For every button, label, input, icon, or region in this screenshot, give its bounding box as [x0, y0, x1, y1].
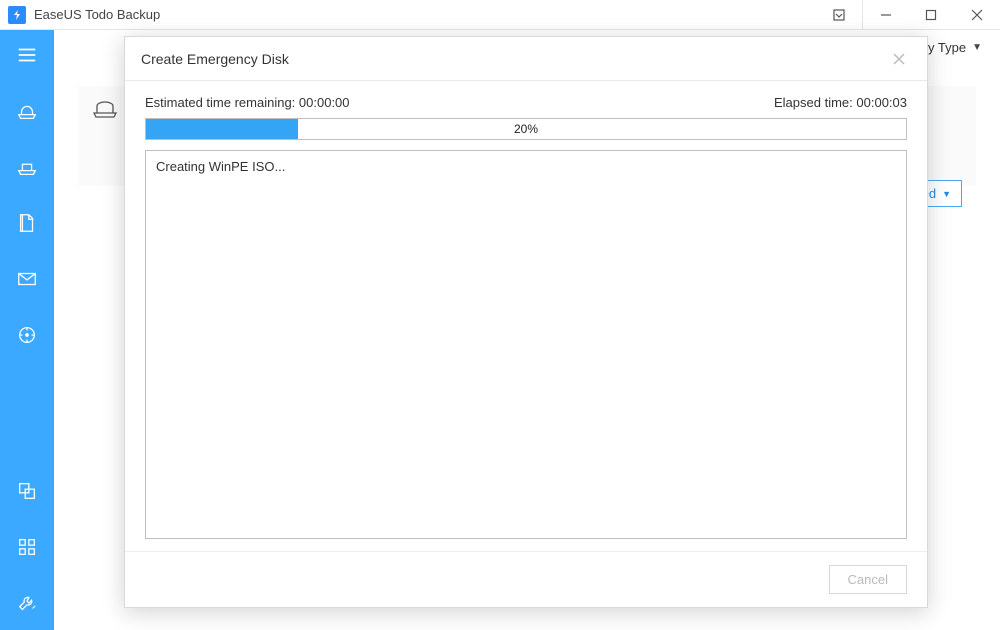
window-minimize-button[interactable] [862, 0, 908, 30]
settings-wrench-icon[interactable] [14, 590, 40, 616]
hamburger-menu-icon[interactable] [14, 42, 40, 68]
sidebar [0, 30, 54, 630]
main-area: Sort by Type ▼ Advanced ▼ Create Emergen… [54, 30, 1000, 630]
dialog-footer: Cancel [125, 551, 927, 607]
system-backup-icon[interactable] [14, 154, 40, 180]
elapsed-time-value: 00:00:03 [856, 95, 907, 110]
log-line: Creating WinPE ISO... [156, 159, 896, 174]
time-row: Estimated time remaining: 00:00:00 Elaps… [145, 95, 907, 110]
dialog-header: Create Emergency Disk [125, 37, 927, 81]
clone-icon[interactable] [14, 478, 40, 504]
file-backup-icon[interactable] [14, 210, 40, 236]
estimated-time-label: Estimated time remaining: [145, 95, 295, 110]
app-logo-icon [8, 6, 26, 24]
app-title: EaseUS Todo Backup [34, 7, 160, 22]
tools-grid-icon[interactable] [14, 534, 40, 560]
progress-percent-label: 20% [146, 119, 906, 139]
window-dropdown-button[interactable] [816, 0, 862, 30]
mail-backup-icon[interactable] [14, 266, 40, 292]
caret-down-icon: ▼ [972, 42, 982, 53]
window-maximize-button[interactable] [908, 0, 954, 30]
log-output: Creating WinPE ISO... [145, 150, 907, 539]
caret-down-icon: ▼ [942, 189, 951, 199]
progress-bar: 20% [145, 118, 907, 140]
cancel-button[interactable]: Cancel [829, 565, 907, 594]
elapsed-time-label: Elapsed time: [774, 95, 853, 110]
titlebar: EaseUS Todo Backup [0, 0, 1000, 30]
window-close-button[interactable] [954, 0, 1000, 30]
dialog-title: Create Emergency Disk [141, 51, 289, 67]
smart-backup-icon[interactable] [14, 322, 40, 348]
disk-backup-icon[interactable] [14, 98, 40, 124]
estimated-time-value: 00:00:00 [299, 95, 350, 110]
dialog-close-button[interactable] [887, 47, 911, 71]
task-disk-icon [92, 96, 118, 122]
create-emergency-disk-dialog: Create Emergency Disk Estimated time rem… [124, 36, 928, 608]
